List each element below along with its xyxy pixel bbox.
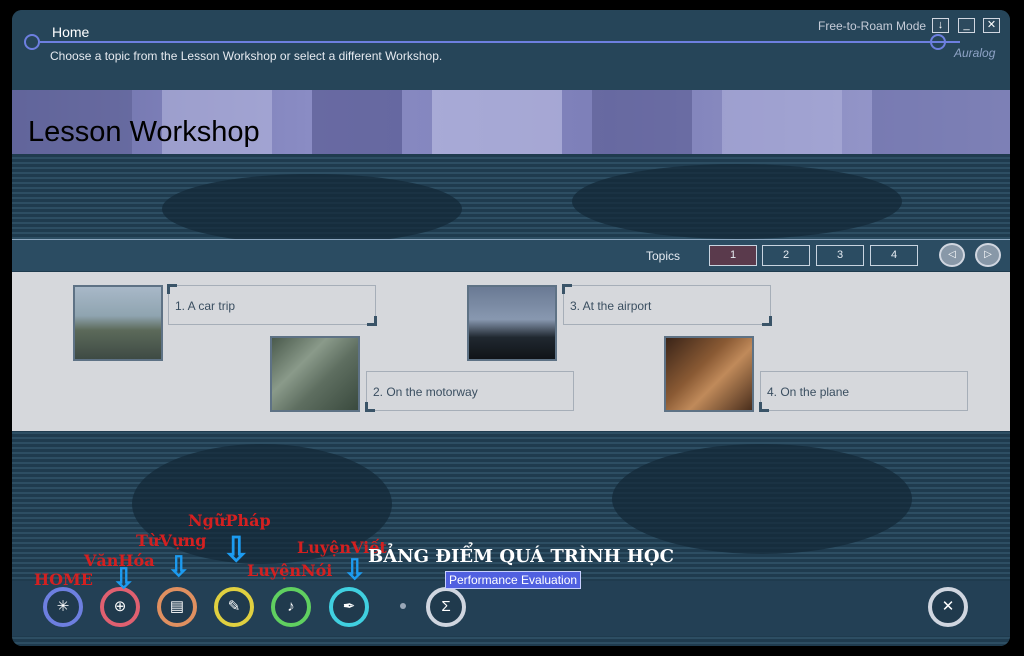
vocabulary-button[interactable]: ▤ xyxy=(157,587,197,627)
writing-button[interactable]: ✒ xyxy=(329,587,369,627)
exit-icon: ✕ xyxy=(941,598,955,615)
header-divider xyxy=(40,41,960,43)
topics-grid: 1. A car trip 2. On the motorway 3. At t… xyxy=(12,272,1010,431)
topic-label: 1. A car trip xyxy=(175,299,236,313)
topic-card-plane[interactable]: 4. On the plane xyxy=(759,371,968,412)
topic-card-airport[interactable]: 3. At the airport xyxy=(562,284,772,326)
topics-page-2[interactable]: 2 xyxy=(762,245,810,266)
exit-button[interactable]: ✕ xyxy=(928,587,968,627)
bottom-toolbar: ✳ ⊕ ▤ ✎ ♪ ✒ Σ ✕ xyxy=(12,581,1010,636)
page-title: Lesson Workshop xyxy=(28,116,260,148)
home-breadcrumb[interactable]: Home xyxy=(52,24,89,40)
map-continent xyxy=(162,174,462,244)
header-ring-icon-right xyxy=(930,34,946,50)
topics-pagination-bar: Topics 1 2 3 4 ◁ ▷ xyxy=(12,239,1010,271)
minimize-button[interactable]: _ xyxy=(958,18,975,33)
topic-thumbnail-motorway[interactable] xyxy=(270,336,360,412)
home-button[interactable]: ✳ xyxy=(43,587,83,627)
topic-thumbnail-airport[interactable] xyxy=(467,285,557,361)
topics-page-3[interactable]: 3 xyxy=(816,245,864,266)
annotation-arrow-icon: ⇩ xyxy=(343,554,367,585)
annotation-arrow-icon: ⇩ xyxy=(167,551,191,582)
grammar-button[interactable]: ✎ xyxy=(214,587,254,627)
banner-photo xyxy=(872,90,1010,154)
instructions-text: Choose a topic from the Lesson Workshop … xyxy=(50,49,443,63)
prev-page-icon[interactable]: ◁ xyxy=(939,243,965,267)
next-page-icon[interactable]: ▷ xyxy=(975,243,1001,267)
topic-label: 4. On the plane xyxy=(767,385,850,399)
annotation-speaking: LuyệnNói xyxy=(247,561,333,580)
globe-icon: ⊕ xyxy=(113,598,127,615)
topics-page-1[interactable]: 1 xyxy=(709,245,757,266)
mode-label[interactable]: Free-to-Roam Mode xyxy=(818,19,926,33)
speaking-button[interactable]: ♪ xyxy=(271,587,311,627)
annotation-grammar: NgữPháp xyxy=(188,511,271,530)
annotation-home: HOME xyxy=(34,570,93,589)
topic-card-car-trip[interactable]: 1. A car trip xyxy=(167,284,377,326)
annotation-vocabulary: TừVựng xyxy=(136,531,207,550)
banner-photo xyxy=(592,90,692,154)
topics-label: Topics xyxy=(646,249,681,263)
home-network-icon: ✳ xyxy=(56,598,70,615)
toolbar-separator xyxy=(400,603,406,609)
performance-tooltip: Performance Evaluation xyxy=(445,571,582,589)
topic-card-motorway[interactable]: 2. On the motorway xyxy=(365,371,574,412)
topic-label: 3. At the airport xyxy=(570,299,652,313)
topics-page-4[interactable]: 4 xyxy=(870,245,918,266)
book-icon: ▤ xyxy=(169,598,185,615)
header-ring-icon xyxy=(24,34,40,50)
topic-thumbnail-car-trip[interactable] xyxy=(73,285,163,361)
microphone-icon: ♪ xyxy=(287,598,295,615)
sigma-icon: Σ xyxy=(441,598,451,615)
banner-photo xyxy=(432,90,562,154)
topic-label: 2. On the motorway xyxy=(373,385,478,399)
fountain-pen-icon: ✒ xyxy=(342,598,356,615)
banner-photo xyxy=(312,90,402,154)
annotation-arrow-icon: ⇩ xyxy=(112,563,136,594)
annotation-score-title: BẢNG ĐIỂM QUÁ TRÌNH HỌC xyxy=(368,546,674,567)
map-continent xyxy=(612,444,912,554)
pen-scribble-icon: ✎ xyxy=(227,598,241,615)
download-button[interactable]: ↓ xyxy=(932,18,949,33)
performance-button[interactable]: Σ xyxy=(426,587,466,627)
brand-logo: Auralog xyxy=(954,46,996,60)
banner: Lesson Workshop xyxy=(12,90,1010,154)
topic-thumbnail-plane[interactable] xyxy=(664,336,754,412)
map-continent xyxy=(572,164,902,239)
header: Home Choose a topic from the Lesson Work… xyxy=(12,10,1010,90)
close-button[interactable]: ✕ xyxy=(983,18,1000,33)
banner-photo xyxy=(722,90,842,154)
